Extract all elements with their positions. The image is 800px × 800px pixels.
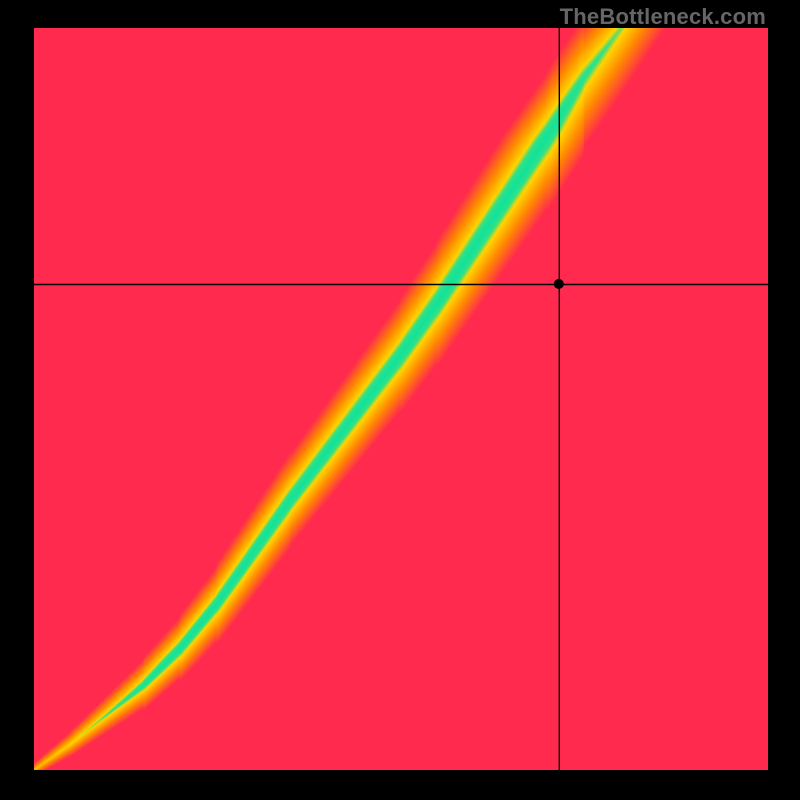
heatmap-plot (34, 28, 768, 770)
heatmap-canvas (34, 28, 768, 770)
watermark-text: TheBottleneck.com (560, 4, 766, 30)
